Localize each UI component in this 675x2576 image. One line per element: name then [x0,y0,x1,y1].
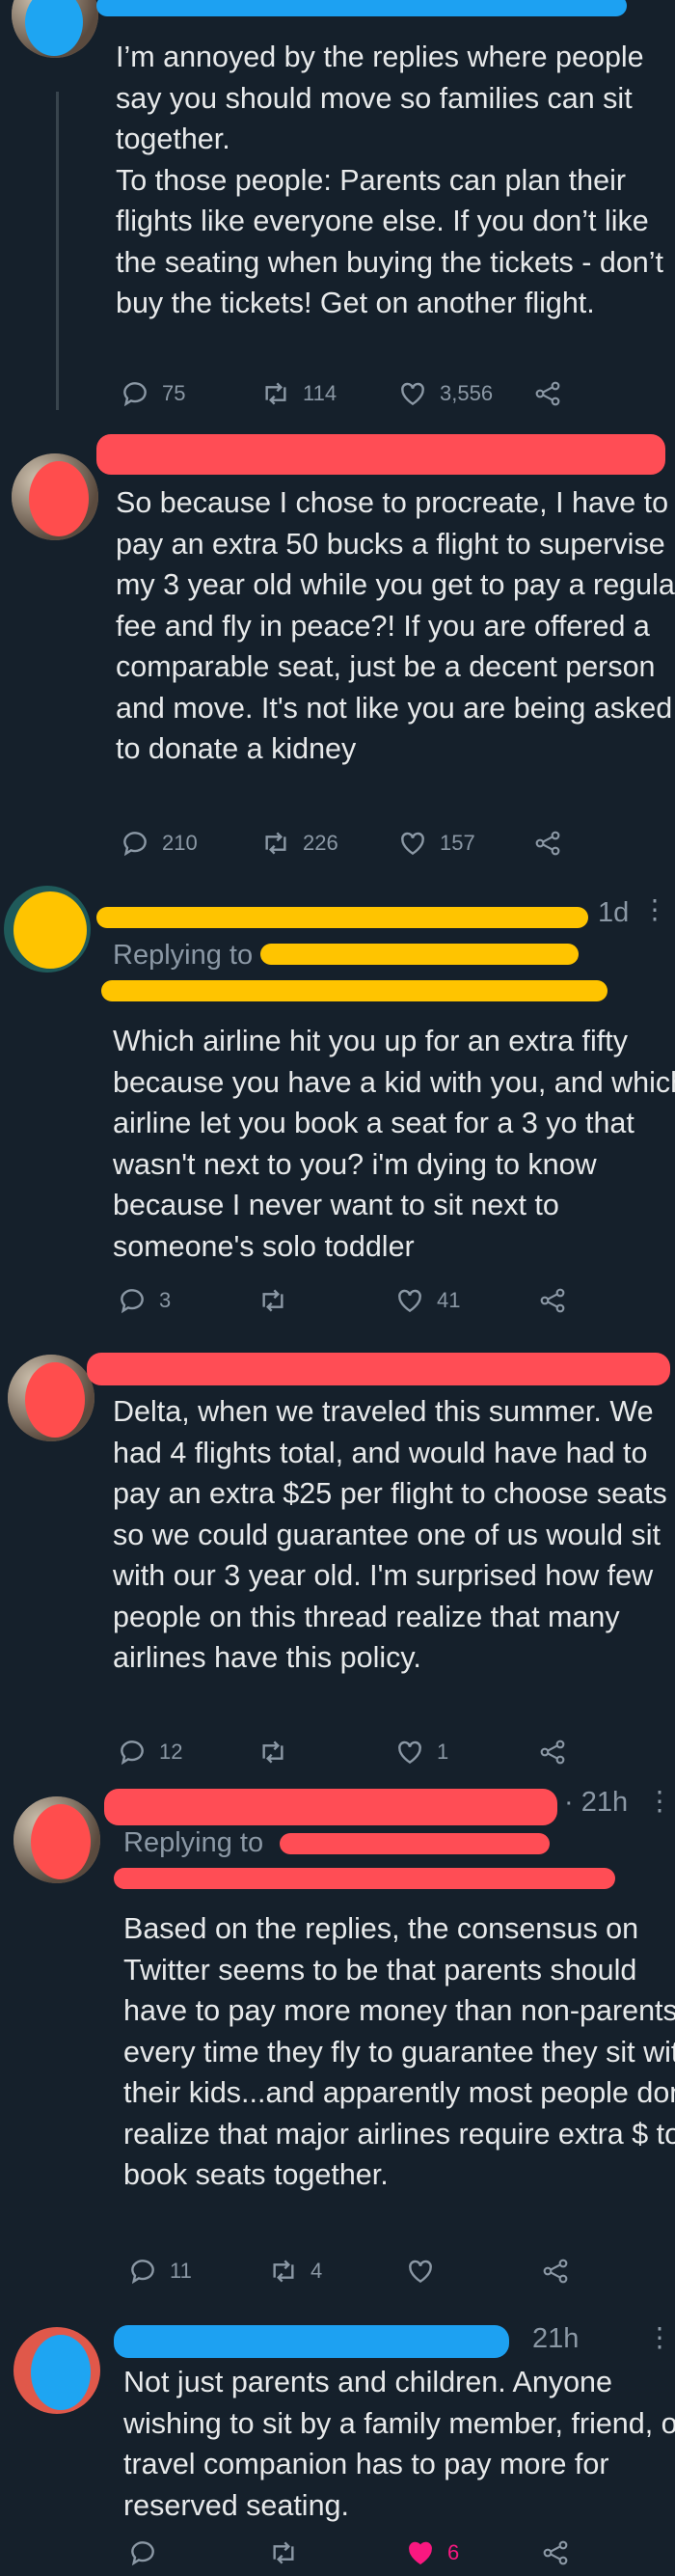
reply-button[interactable]: 75 [120,378,185,409]
retweet-button[interactable] [268,2537,310,2568]
thread-line [56,92,59,410]
redacted-mention [101,980,608,1001]
share-icon [535,831,560,856]
like-count: 157 [440,831,475,855]
reply-icon [123,832,147,857]
share-icon [543,2259,568,2284]
redacted-username [96,0,627,16]
retweet-button[interactable]: 226 [260,828,338,859]
reply-count: 3 [159,1288,172,1312]
share-button[interactable] [532,828,563,859]
avatar[interactable] [14,1796,100,1883]
share-button[interactable] [540,2256,571,2287]
retweet-icon [273,2541,294,2564]
reply-icon [131,2541,154,2566]
like-icon [409,2260,432,2284]
tweet-actions: 6 [123,2537,675,2576]
retweet-icon [273,2260,294,2283]
retweet-count: 4 [310,2259,323,2283]
tweet-actions: 12 1 [113,1737,675,1775]
share-icon [540,1288,565,1313]
like-icon [409,2541,432,2565]
tweet-text: Not just parents and children. Anyone wi… [123,2366,675,2522]
share-button[interactable] [537,1285,568,1316]
retweet-count: 114 [303,381,338,405]
avatar[interactable] [8,1355,94,1441]
share-icon [540,1740,565,1765]
tweet-text: Based on the replies, the consensus on T… [123,1912,675,2191]
reply-icon [123,382,147,407]
reply-count: 11 [170,2259,192,2283]
like-button[interactable]: 41 [394,1285,460,1316]
share-button[interactable] [532,378,563,409]
like-count: 6 [447,2540,460,2564]
like-icon [398,1289,421,1313]
redacted-mention [260,944,579,965]
redacted-username [96,434,665,475]
reply-count: 75 [162,381,186,405]
more-icon[interactable]: ⋮ [646,2321,673,2353]
redacted-username [96,907,588,928]
tweet-actions: 11 4 [123,2256,675,2294]
tweet-time: 1d [598,897,630,928]
redacted-username [87,1353,670,1385]
like-icon [401,382,424,406]
like-button[interactable]: 6 [405,2537,459,2568]
redacted-username [114,2325,509,2358]
share-icon [535,381,560,406]
tweet-actions: 3 41 [113,1285,675,1324]
retweet-icon [265,382,286,405]
tweet-text: So because I chose to procreate, I have … [116,486,675,765]
retweet-button[interactable] [257,1285,300,1316]
reply-button[interactable]: 12 [117,1737,182,1768]
retweet-icon [262,1740,284,1764]
retweet-button[interactable]: 4 [268,2256,322,2287]
tweet-time: 21h [532,2323,580,2354]
retweet-icon [265,832,286,855]
reply-button[interactable]: 11 [127,2256,192,2287]
retweet-button[interactable] [257,1737,300,1768]
reply-button[interactable] [127,2537,170,2568]
reply-icon [121,1740,144,1766]
tweet-text: Which airline hit you up for an extra fi… [113,1025,675,1263]
avatar[interactable] [4,886,91,973]
replying-to-label: Replying to [123,1827,264,1858]
avatar[interactable] [14,2327,100,2414]
tweet-time: · 21h [564,1787,629,1818]
retweet-button[interactable]: 114 [260,378,337,409]
like-count: 1 [437,1740,449,1764]
like-button[interactable]: 157 [397,828,475,859]
like-count: 3,556 [440,381,494,405]
replying-to-label: Replying to [113,940,254,971]
redacted-mention [114,1868,615,1889]
tweet-text: I’m annoyed by the replies where people … [116,41,663,319]
reply-count: 12 [159,1740,183,1764]
reply-button[interactable]: 3 [117,1285,171,1316]
like-icon [398,1740,421,1765]
like-button[interactable]: 1 [394,1737,448,1768]
like-button[interactable] [405,2256,447,2287]
like-button[interactable]: 3,556 [397,378,493,409]
reply-count: 210 [162,831,198,855]
avatar[interactable] [12,453,98,540]
share-button[interactable] [540,2537,571,2568]
retweet-icon [262,1289,284,1312]
reply-icon [131,2260,154,2285]
reply-icon [121,1289,144,1314]
retweet-count: 226 [303,831,338,855]
avatar[interactable] [12,0,98,58]
like-icon [401,832,424,856]
redacted-mention [280,1833,550,1854]
redacted-username [104,1789,557,1825]
share-icon [543,2540,568,2565]
like-count: 41 [437,1288,461,1312]
tweet-actions: 75 114 3,556 [116,378,675,417]
more-icon[interactable]: ⋮ [646,1785,673,1817]
share-button[interactable] [537,1737,568,1768]
reply-button[interactable]: 210 [120,828,198,859]
tweet-actions: 210 226 157 [116,828,675,866]
tweet-text: Delta, when we traveled this summer. We … [113,1395,667,1674]
more-icon[interactable]: ⋮ [641,893,668,925]
